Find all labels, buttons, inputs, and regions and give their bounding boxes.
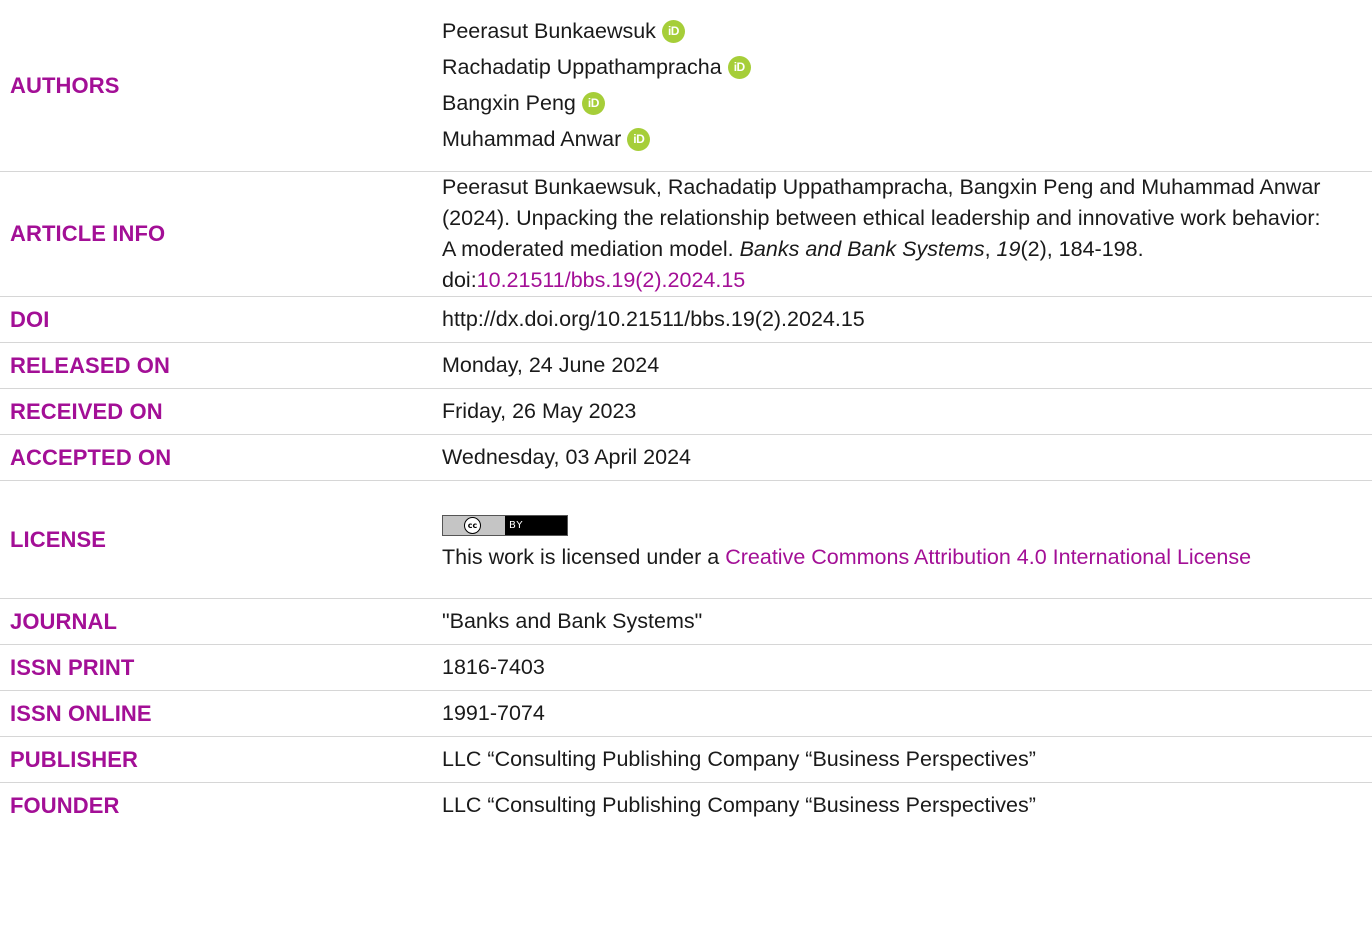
issn-online-label: ISSN ONLINE (0, 690, 442, 737)
license-label: LICENSE (0, 480, 442, 599)
license-row: LICENSE cc BY This work is licensed unde… (0, 480, 1372, 599)
publisher-value: LLC “Consulting Publishing Company “Busi… (442, 736, 1372, 783)
authors-list: Peerasut Bunkaewsuk iD Rachadatip Uppath… (442, 0, 1372, 172)
citation-doi-link[interactable]: 10.21511/bbs.19(2).2024.15 (477, 268, 746, 292)
issn-print-label: ISSN PRINT (0, 644, 442, 691)
citation-separator: , (984, 237, 997, 261)
license-link[interactable]: Creative Commons Attribution 4.0 Interna… (725, 545, 1251, 569)
author-name: Muhammad Anwar (442, 127, 622, 151)
cc-logo: cc (443, 516, 505, 535)
article-info-row: ARTICLE INFO Peerasut Bunkaewsuk, Rachad… (0, 171, 1372, 297)
cc-icon: cc (464, 517, 481, 534)
citation-volume: 19 (996, 237, 1021, 261)
orcid-icon[interactable]: iD (627, 128, 651, 151)
accepted-row: ACCEPTED ON Wednesday, 03 April 2024 (0, 434, 1372, 481)
founder-row: FOUNDER LLC “Consulting Publishing Compa… (0, 783, 1372, 829)
doi-label: DOI (0, 296, 442, 343)
journal-row: JOURNAL "Banks and Bank Systems" (0, 598, 1372, 645)
founder-value: LLC “Consulting Publishing Company “Busi… (442, 793, 1036, 817)
issn-print-row: ISSN PRINT 1816-7403 (0, 644, 1372, 691)
accepted-value: Wednesday, 03 April 2024 (442, 434, 1372, 481)
received-value: Friday, 26 May 2023 (442, 388, 1372, 435)
authors-row: AUTHORS Peerasut Bunkaewsuk iD Rachadati… (0, 0, 1372, 172)
citation-journal: Banks and Bank Systems (739, 237, 985, 261)
accepted-label: ACCEPTED ON (0, 434, 442, 481)
orcid-icon[interactable]: iD (581, 92, 605, 115)
orcid-icon[interactable]: iD (727, 56, 751, 79)
journal-value: "Banks and Bank Systems" (442, 598, 1372, 645)
founder-label: FOUNDER (10, 792, 120, 818)
author-item: Peerasut Bunkaewsuk iD (442, 14, 1332, 50)
publisher-row: PUBLISHER LLC “Consulting Publishing Com… (0, 736, 1372, 783)
by-label: BY (509, 520, 524, 531)
author-name: Bangxin Peng (442, 91, 576, 115)
doi-value: http://dx.doi.org/10.21511/bbs.19(2).202… (442, 296, 1372, 343)
received-row: RECEIVED ON Friday, 26 May 2023 (0, 388, 1372, 435)
released-label: RELEASED ON (0, 342, 442, 389)
author-name: Rachadatip Uppathampracha (442, 55, 722, 79)
license-statement: This work is licensed under a Creative C… (442, 542, 1332, 573)
author-name: Peerasut Bunkaewsuk (442, 19, 656, 43)
cc-by-badge[interactable]: cc BY (442, 515, 568, 536)
citation: Peerasut Bunkaewsuk, Rachadatip Uppatham… (442, 171, 1372, 297)
author-item: Muhammad Anwar iD (442, 122, 1332, 158)
released-value: Monday, 24 June 2024 (442, 342, 1372, 389)
released-row: RELEASED ON Monday, 24 June 2024 (0, 342, 1372, 389)
author-item: Bangxin Peng iD (442, 86, 1332, 122)
journal-label: JOURNAL (0, 598, 442, 645)
received-label: RECEIVED ON (0, 388, 442, 435)
license-text: This work is licensed under a (442, 545, 726, 569)
license-content: cc BY This work is licensed under a Crea… (442, 480, 1372, 599)
article-info-label: ARTICLE INFO (0, 171, 442, 297)
article-info-table: AUTHORS Peerasut Bunkaewsuk iD Rachadati… (0, 0, 1372, 828)
orcid-icon[interactable]: iD (661, 20, 685, 43)
publisher-label: PUBLISHER (0, 736, 442, 783)
doi-row: DOI http://dx.doi.org/10.21511/bbs.19(2)… (0, 296, 1372, 343)
issn-online-row: ISSN ONLINE 1991-7074 (0, 690, 1372, 737)
issn-online-value: 1991-7074 (442, 690, 1372, 737)
issn-print-value: 1816-7403 (442, 644, 1372, 691)
author-item: Rachadatip Uppathampracha iD (442, 50, 1332, 86)
authors-label: AUTHORS (0, 0, 442, 172)
